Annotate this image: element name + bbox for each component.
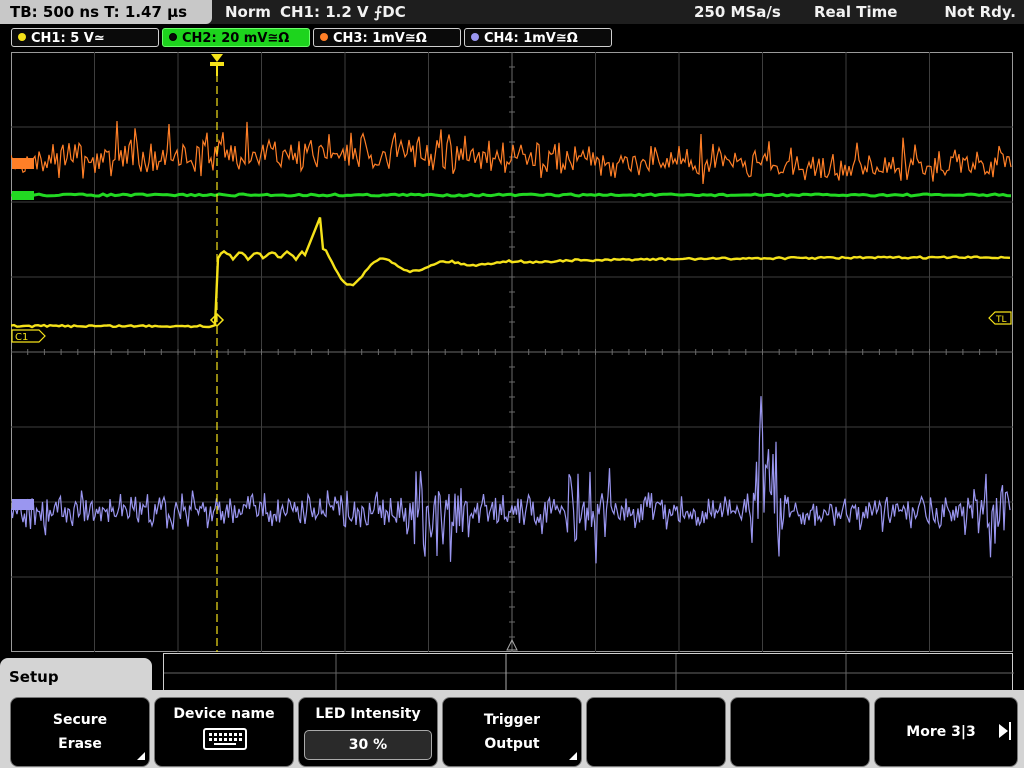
ch3-trace <box>11 121 1012 185</box>
graticule <box>11 52 1013 652</box>
strip-grid <box>164 654 1014 692</box>
channel-tab-ch3[interactable]: CH3: 1mV≅Ω <box>313 28 461 47</box>
softkey-label: Output <box>484 736 540 752</box>
led-intensity-button[interactable]: LED Intensity 30 % <box>298 697 438 767</box>
channel-tab-ch4[interactable]: CH4: 1mV≅Ω <box>464 28 612 47</box>
lower-info-strip <box>163 653 1014 692</box>
acquisition-type: Real Time <box>814 3 898 21</box>
ch2-ground-marker[interactable] <box>12 191 34 200</box>
status-bar: TB: 500 ns T: 1.47 µs Norm CH1: 1.2 V ⨍D… <box>0 0 1024 24</box>
ch4-trace <box>11 396 1011 564</box>
softkey-label: Trigger <box>483 712 541 728</box>
ch4-color-icon <box>471 33 479 41</box>
secure-erase-button[interactable]: Secure Erase <box>10 697 150 767</box>
acquisition-mode: Norm <box>225 3 271 21</box>
trigger-readout: CH1: 1.2 V ⨍DC <box>280 3 406 21</box>
softkey-label: Secure <box>52 712 108 728</box>
ch1-color-icon <box>18 33 26 41</box>
softkey-label: Erase <box>58 736 102 752</box>
ch2-color-icon <box>169 33 177 41</box>
waveform-display[interactable]: C1 TL <box>11 52 1013 652</box>
ch1-ground-marker[interactable]: C1 <box>11 329 46 343</box>
submenu-corner-icon <box>137 752 145 760</box>
channel-label: CH3: 1mV≅Ω <box>333 31 427 46</box>
sample-rate: 250 MSa/s <box>694 3 781 21</box>
empty-softkey-1[interactable] <box>586 697 726 767</box>
ch3-color-icon <box>320 33 328 41</box>
channel-tab-ch1[interactable]: CH1: 5 V≃ <box>11 28 159 47</box>
ch4-ground-marker[interactable] <box>12 499 34 510</box>
more-button[interactable]: More 3|3 <box>874 697 1018 767</box>
waveform-canvas: C1 TL <box>11 52 1013 652</box>
channel-tab-ch2[interactable]: CH2: 20 mV≅Ω <box>162 28 310 47</box>
channel-label: CH4: 1mV≅Ω <box>484 31 578 46</box>
led-intensity-value: 30 % <box>304 730 432 760</box>
softkey-label: LED Intensity <box>315 706 421 722</box>
channel-label: CH1: 5 V≃ <box>31 31 105 46</box>
trigger-output-button[interactable]: Trigger Output <box>442 697 582 767</box>
channel-label: CH2: 20 mV≅Ω <box>182 31 290 46</box>
empty-softkey-2[interactable] <box>730 697 870 767</box>
trigger-status: Not Rdy. <box>944 3 1016 21</box>
trigger-level-label: TL <box>995 315 1007 325</box>
timebase-readout[interactable]: TB: 500 ns T: 1.47 µs <box>0 0 212 24</box>
next-page-icon <box>999 724 1008 738</box>
submenu-corner-icon <box>569 752 577 760</box>
ch1-marker-label: C1 <box>15 332 28 343</box>
trigger-position-icon[interactable] <box>210 54 224 76</box>
ch3-ground-marker[interactable] <box>12 158 34 169</box>
keyboard-icon <box>203 728 247 750</box>
ch1-trace <box>11 217 1011 329</box>
device-name-button[interactable]: Device name <box>154 697 294 767</box>
softkey-label: Device name <box>173 706 275 722</box>
trigger-level-marker[interactable]: TL <box>988 311 1012 325</box>
ch2-trace <box>11 192 1012 198</box>
softkey-label: More 3|3 <box>906 724 976 740</box>
next-page-bar-icon <box>1009 722 1011 740</box>
